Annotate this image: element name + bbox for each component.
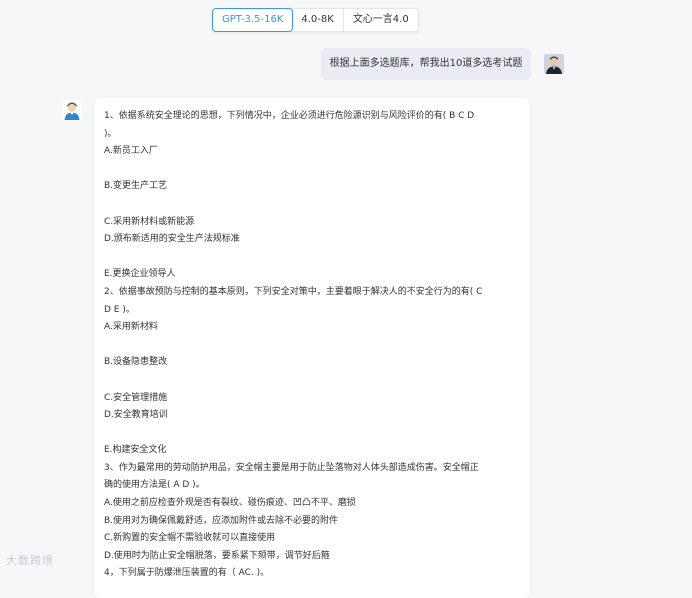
answer-line: A.新员工入厂	[104, 146, 158, 157]
tab-gpt-3.5-16k[interactable]: GPT-3.5-16K	[212, 8, 294, 32]
user-message-bubble: 根据上面多选题库，帮我出10道多选考试题	[321, 48, 531, 80]
answer-line	[104, 196, 520, 214]
answer-line: B.设备隐患整改	[104, 357, 168, 368]
answer-line: C.采用新材料或新能源	[104, 216, 195, 227]
answer-line	[104, 249, 520, 267]
answer-line	[104, 425, 520, 443]
answer-line: D E )。	[104, 304, 135, 315]
answer-line	[104, 372, 520, 390]
answer-line: D.安全教育培训	[104, 410, 168, 421]
tab-4.0-8k[interactable]: 4.0-8K	[292, 9, 344, 31]
answer-line: 1、依据系统安全理论的思想，下列情况中，企业必须进行危险源识别与风险评价的有( …	[104, 111, 475, 121]
answer-line: B.使用对为确保佩戴舒适，应添加附件或去除不必要的附件	[104, 515, 339, 526]
answer-line: D.颁布新适用的安全生产法规标准	[104, 234, 240, 245]
user-avatar	[544, 54, 564, 74]
assistant-message-bubble: 1、依据系统安全理论的思想，下列情况中，企业必须进行危险源识别与风险评价的有( …	[94, 98, 530, 598]
answer-line: B.变更生产工艺	[104, 181, 168, 192]
watermark-logo: 大数跨境	[6, 552, 54, 568]
watermark-text: 大数跨境	[6, 554, 54, 567]
answer-line	[104, 337, 520, 355]
answer-line: E.更换企业领导人	[104, 269, 176, 280]
answer-line: C.新购置的安全帽不需验收就可以直接使用	[104, 533, 276, 544]
answer-line: )。	[104, 128, 117, 139]
answer-line: C.安全管理措施	[104, 392, 168, 403]
answer-line: 确的使用方法是( A D )。	[104, 480, 205, 491]
assistant-avatar	[62, 100, 82, 120]
answer-line: E.构建安全文化	[104, 445, 167, 456]
answer-line: 3、作为最常用的劳动防护用品，安全帽主要是用于防止坠落物对人体头部造成伤害。安全…	[104, 462, 479, 473]
answer-line: 2、依据事故预防与控制的基本原则，下列安全对策中，主要着眼于解决人的不安全行为的…	[104, 286, 483, 297]
model-selector: GPT-3.5-16K 4.0-8K 文心一言4.0	[212, 8, 419, 32]
answer-line: D.使用时为防止安全帽脱落，要系紧下颏带，调节好后箍	[104, 550, 330, 561]
answer-line	[104, 161, 520, 179]
answer-line: A.采用新材料	[104, 322, 158, 333]
answer-line: A.使用之前应检查外观是否有裂纹、碰伤痕迹、凹凸不平、磨损	[104, 498, 356, 509]
answer-line: 4，下列属于防爆泄压装置的有（ AC. )。	[104, 568, 270, 579]
tab-wenxin-4.0[interactable]: 文心一言4.0	[344, 9, 418, 31]
